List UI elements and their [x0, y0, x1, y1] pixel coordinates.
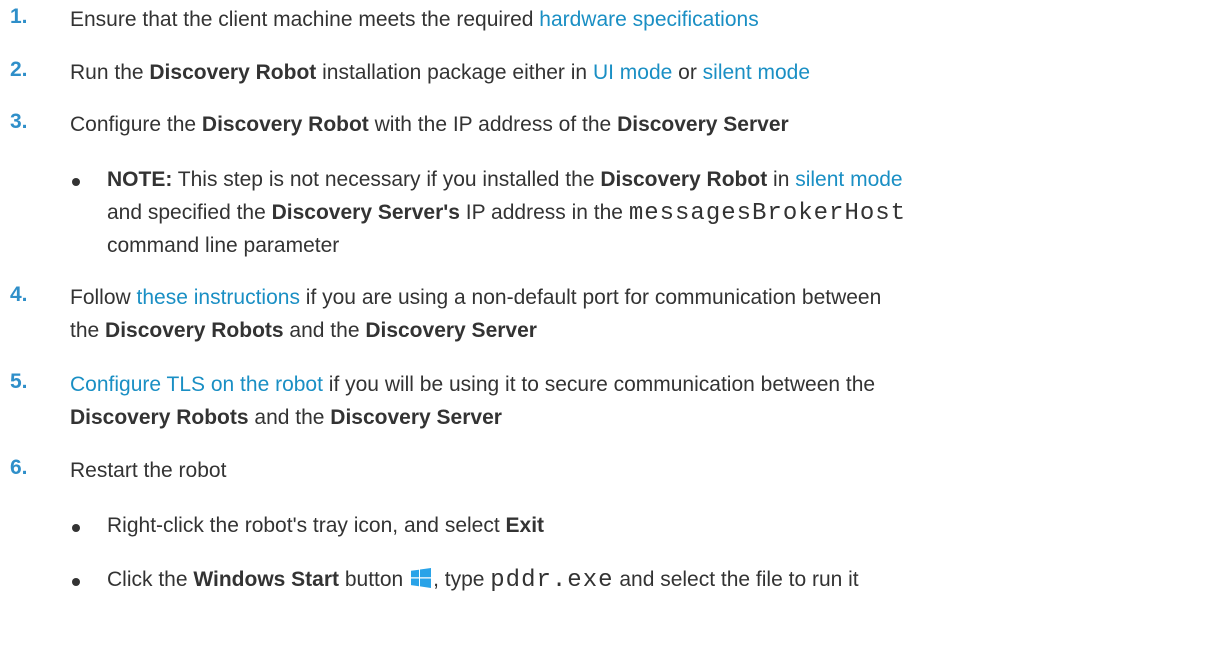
note-text-line-1: NOTE: This step is not necessary if you …: [107, 165, 903, 195]
step-text-line-2: the Discovery Robots and the Discovery S…: [70, 316, 537, 346]
bold-term: Discovery Server's: [271, 201, 460, 224]
these-instructions-link[interactable]: these instructions: [137, 286, 300, 309]
step-text-line-1: Configure TLS on the robot if you will b…: [70, 370, 875, 400]
sub-item-text: Right-click the robot's tray icon, and s…: [107, 511, 544, 541]
step-text: Ensure that the client machine meets the…: [70, 5, 759, 35]
bold-term: Discovery Robots: [70, 406, 249, 429]
hardware-specifications-link[interactable]: hardware specifications: [539, 8, 758, 31]
sub-item-text-segment: button: [339, 568, 410, 591]
sub-item-text-segment: Click the: [107, 568, 194, 591]
note-text-segment: and specified the: [107, 201, 272, 224]
code-parameter: messagesBrokerHost: [628, 200, 907, 227]
step-text: Configure the Discovery Robot with the I…: [70, 110, 789, 140]
step-text-segment: Configure the: [70, 113, 202, 136]
step-text-segment: and the: [248, 406, 331, 429]
step-text-segment: and the: [283, 319, 366, 342]
step-text-segment: Restart the robot: [70, 459, 227, 482]
sub-item-text-segment: , type: [433, 568, 491, 591]
note-text-segment: This step is not necessary if you instal…: [172, 168, 601, 191]
step-text-segment: if you will be using it to secure commun…: [322, 373, 876, 396]
note-text-segment: command line parameter: [107, 234, 340, 257]
bullet-icon: [72, 578, 80, 586]
bold-term: Discovery Server: [330, 406, 502, 429]
step-number: 3.: [10, 110, 28, 133]
step-text-segment: Run the: [70, 61, 150, 84]
step-number: 1.: [10, 5, 28, 28]
bold-term: Discovery Robot: [149, 61, 317, 84]
step-number: 2.: [10, 58, 28, 81]
bold-term: Discovery Server: [365, 319, 537, 342]
bold-term: Discovery Robots: [105, 319, 284, 342]
step-text-segment: Follow: [70, 286, 137, 309]
note-text-segment: IP address in the: [459, 201, 629, 224]
note-label: NOTE:: [107, 168, 173, 191]
bold-term: Discovery Robot: [600, 168, 768, 191]
ui-mode-link[interactable]: UI mode: [593, 61, 672, 84]
step-number: 5.: [10, 370, 28, 393]
bullet-icon: [72, 178, 80, 186]
sub-item-text-segment: and select the file to run it: [613, 568, 859, 591]
note-text-line-3: command line parameter: [107, 231, 339, 261]
silent-mode-link[interactable]: silent mode: [703, 61, 810, 84]
step-text-segment: with the IP address of the: [368, 113, 618, 136]
note-text-line-2: and specified the Discovery Server's IP …: [107, 198, 906, 229]
step-text: Run the Discovery Robot installation pac…: [70, 58, 810, 88]
step-text-segment: or: [672, 61, 703, 84]
step-text-segment: installation package either in: [316, 61, 593, 84]
step-number: 6.: [10, 456, 28, 479]
step-number: 4.: [10, 283, 28, 306]
code-filename: pddr.exe: [490, 567, 614, 594]
step-text-line-1: Follow these instructions if you are usi…: [70, 283, 881, 313]
silent-mode-link[interactable]: silent mode: [795, 168, 902, 191]
step-text-line-2: Discovery Robots and the Discovery Serve…: [70, 403, 502, 433]
note-text-segment: in: [767, 168, 796, 191]
step-text-segment: if you are using a non-default port for …: [299, 286, 882, 309]
step-text-segment: Ensure that the client machine meets the…: [70, 8, 540, 31]
bold-term: Discovery Server: [617, 113, 789, 136]
bold-term: Exit: [505, 514, 545, 537]
bold-term: Windows Start: [193, 568, 340, 591]
configure-tls-link[interactable]: Configure TLS on the robot: [70, 373, 323, 396]
bullet-icon: [72, 524, 80, 532]
sub-item-text: Click the Windows Start button , type pd…: [107, 565, 859, 597]
sub-item-text-segment: Right-click the robot's tray icon, and s…: [107, 514, 506, 537]
step-text-segment: the: [70, 319, 106, 342]
step-text: Restart the robot: [70, 456, 226, 486]
windows-logo-icon: [411, 567, 432, 597]
bold-term: Discovery Robot: [201, 113, 369, 136]
